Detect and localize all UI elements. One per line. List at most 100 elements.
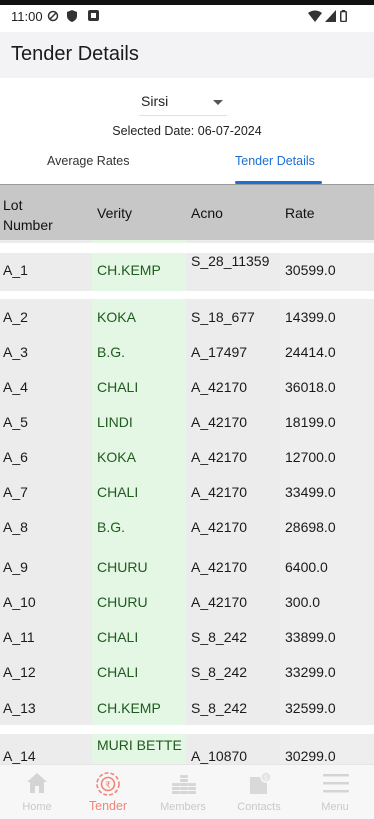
nav-menu-label: Menu xyxy=(321,801,349,813)
cell-rate: 36018.0 xyxy=(285,379,336,395)
cell-lot: A_4 xyxy=(3,379,28,395)
location-value: Sirsi xyxy=(141,93,169,109)
tab-tender-details[interactable]: Tender Details xyxy=(235,154,315,168)
cell-lot: A_2 xyxy=(3,309,28,325)
cell-rate: 33299.0 xyxy=(285,664,336,680)
table-row[interactable]: A_2 KOKA S_18_677 14399.0 xyxy=(0,308,374,327)
table-row[interactable]: A_1 CH.KEMP S_28_11359 30599.0 xyxy=(0,253,374,291)
table-row[interactable]: A_10 CHURU A_42170 300.0 xyxy=(0,593,374,612)
table-row[interactable]: A_9 CHURU A_42170 6400.0 xyxy=(0,558,374,577)
row-separator xyxy=(0,725,374,734)
status-time: 11:00 xyxy=(11,9,43,24)
header-verity: Verity xyxy=(97,205,133,221)
cell-verity: CHALI xyxy=(97,664,139,680)
tender-icon: ₹ xyxy=(96,772,120,796)
members-icon xyxy=(172,775,196,794)
cell-verity: CHURU xyxy=(97,594,148,610)
chevron-down-icon xyxy=(213,100,223,105)
cell-acno: A_42170 xyxy=(191,414,248,430)
cell-verity: CHALI xyxy=(97,484,139,500)
circle-slash-icon xyxy=(47,10,59,22)
cell-lot: A_9 xyxy=(3,559,28,575)
status-bar-edge xyxy=(0,0,374,5)
nav-contacts[interactable]: $ Contacts xyxy=(222,765,296,819)
cell-acno: S_18_677 xyxy=(191,309,255,325)
cell-rate: 33899.0 xyxy=(285,629,336,645)
table-row[interactable]: A_4 CHALI A_42170 36018.0 xyxy=(0,378,374,397)
cell-verity: CH.KEMP xyxy=(97,700,161,716)
cell-lot: A_1 xyxy=(3,262,28,278)
cell-acno: S_8_242 xyxy=(191,664,248,680)
cell-acno: A_42170 xyxy=(191,594,248,610)
table-row[interactable]: A_12 CHALI S_8_242 33299.0 xyxy=(0,663,374,682)
nav-home[interactable]: Home xyxy=(0,765,74,819)
table-row[interactable]: A_13 CH.KEMP S_8_242 32599.0 xyxy=(0,699,374,718)
cell-acno: A_42170 xyxy=(191,519,248,535)
svg-text:₹: ₹ xyxy=(105,781,111,791)
cell-lot: A_5 xyxy=(3,414,28,430)
cell-verity: KOKA xyxy=(97,449,136,465)
cell-verity: B.G. xyxy=(97,344,126,360)
cell-rate: 24414.0 xyxy=(285,344,336,360)
page-title: Tender Details xyxy=(11,43,139,65)
shield-icon xyxy=(67,10,77,22)
tender-table[interactable]: Lot Number Verity Acno Rate A_1 CH.KEMP … xyxy=(0,185,374,765)
cell-acno: A_17497 xyxy=(191,344,248,360)
nav-contacts-label: Contacts xyxy=(237,801,281,813)
row-separator xyxy=(0,243,374,253)
cell-lot: A_3 xyxy=(3,344,28,360)
cell-verity: CH.KEMP xyxy=(97,262,161,278)
cell-lot: A_12 xyxy=(3,664,36,680)
cell-lot: A_7 xyxy=(3,484,28,500)
cell-rate: 18199.0 xyxy=(285,414,336,430)
nav-tender-label: Tender xyxy=(88,799,128,813)
cell-verity: B.G. xyxy=(97,519,126,535)
nav-menu[interactable]: Menu xyxy=(298,765,372,819)
table-row[interactable]: A_11 CHALI S_8_242 33899.0 xyxy=(0,628,374,647)
nav-tender[interactable]: ₹ Tender xyxy=(71,765,145,819)
table-row[interactable]: A_14 MURI BETTE A_10870 30299.0 xyxy=(0,736,374,765)
status-bar: 11:00 xyxy=(0,0,374,32)
table-row[interactable]: A_5 LINDI A_42170 18199.0 xyxy=(0,413,374,432)
table-row[interactable]: A_8 B.G. A_42170 28698.0 xyxy=(0,518,374,537)
cell-rate: 300.0 xyxy=(285,594,321,610)
nav-members[interactable]: Members xyxy=(146,765,220,819)
cell-acno: S_8_242 xyxy=(191,700,248,716)
notification-icon xyxy=(88,10,99,21)
cell-acno: S_28_11359 xyxy=(191,253,270,269)
table-header: Lot Number Verity Acno Rate xyxy=(0,185,374,240)
cell-lot: A_11 xyxy=(3,629,35,645)
contacts-icon: $ xyxy=(250,771,272,794)
header-lot-number: Lot Number xyxy=(3,197,53,233)
home-icon xyxy=(27,773,47,793)
cell-verity: LINDI xyxy=(97,414,133,430)
app-bar: Tender Details xyxy=(0,32,374,78)
location-dropdown[interactable]: Sirsi xyxy=(139,92,227,116)
bottom-navigation: Home ₹ Tender Members $ Contacts Menu xyxy=(0,764,374,819)
row-separator xyxy=(0,291,374,299)
cell-acno: A_10870 xyxy=(191,748,248,764)
table-row[interactable]: A_3 B.G. A_17497 24414.0 xyxy=(0,343,374,362)
cell-rate: 28698.0 xyxy=(285,519,336,535)
cell-rate: 30599.0 xyxy=(285,262,336,278)
battery-icon xyxy=(340,10,347,22)
cell-acno: S_8_242 xyxy=(191,629,248,645)
selected-date: Selected Date: 06-07-2024 xyxy=(112,124,262,138)
tab-average-rates[interactable]: Average Rates xyxy=(47,154,129,168)
cell-rate: 14399.0 xyxy=(285,309,336,325)
cell-lot: A_13 xyxy=(3,700,36,716)
wifi-icon xyxy=(308,10,322,22)
cell-acno: A_42170 xyxy=(191,449,248,465)
svg-text:$: $ xyxy=(264,774,268,782)
cell-verity: CHALI xyxy=(97,379,139,395)
table-row[interactable]: A_6 KOKA A_42170 12700.0 xyxy=(0,448,374,467)
header-acno: Acno xyxy=(191,205,223,221)
cell-lot: A_6 xyxy=(3,449,28,465)
cell-lot: A_10 xyxy=(3,594,36,610)
header-rate: Rate xyxy=(285,205,315,221)
table-row[interactable]: A_7 CHALI A_42170 33499.0 xyxy=(0,483,374,502)
menu-icon xyxy=(323,774,349,793)
cell-verity: MURI BETTE xyxy=(97,737,182,753)
cell-verity: CHALI xyxy=(97,629,139,645)
cell-acno: A_42170 xyxy=(191,379,248,395)
